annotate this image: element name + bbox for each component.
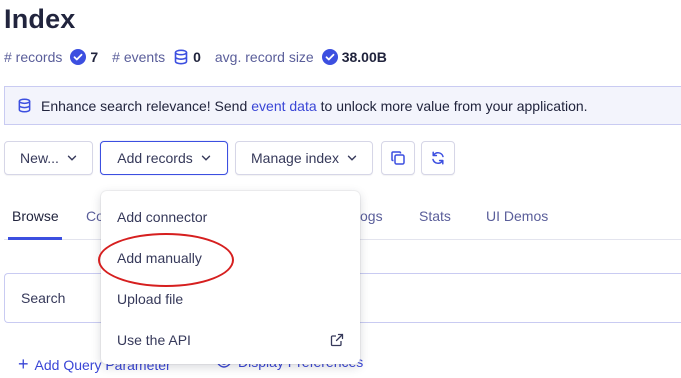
tab-partial-logs[interactable]: ogs: [360, 208, 383, 224]
records-label: # records: [4, 49, 63, 65]
menu-item-label: Add manually: [117, 250, 202, 266]
menu-item-add-manually[interactable]: Add manually: [101, 238, 360, 278]
banner-text-after: to unlock more value from your applicati…: [320, 97, 588, 114]
event-data-link[interactable]: event data: [251, 98, 316, 114]
index-stats: # records 7 # events 0 avg. record size …: [4, 46, 401, 68]
record-size-value: 38.00B: [341, 49, 387, 65]
chevron-down-icon: [347, 155, 357, 161]
new-button[interactable]: New...: [4, 141, 93, 175]
new-button-label: New...: [20, 150, 59, 166]
tab-ui-demos[interactable]: UI Demos: [486, 208, 548, 224]
menu-item-label: Upload file: [117, 291, 184, 307]
menu-item-label: Add connector: [117, 209, 208, 225]
tab-stats[interactable]: Stats: [419, 208, 451, 224]
info-banner: Enhance search relevance! Send event dat…: [4, 86, 681, 125]
plus-icon: +: [18, 354, 29, 374]
add-records-label: Add records: [117, 150, 193, 166]
search-label: Search: [21, 290, 66, 306]
chevron-down-icon: [201, 155, 210, 161]
records-value: 7: [90, 49, 99, 65]
menu-item-label: Use the API: [117, 332, 191, 348]
refresh-icon: [432, 151, 444, 165]
manage-index-button[interactable]: Manage index: [235, 141, 373, 175]
external-link-icon: [330, 333, 344, 347]
events-value: 0: [193, 49, 201, 65]
check-circle-icon: [321, 49, 338, 65]
manage-index-label: Manage index: [251, 150, 339, 166]
copy-icon: [391, 151, 405, 165]
check-circle-icon: [70, 49, 87, 65]
menu-item-use-the-api[interactable]: Use the API: [101, 320, 360, 360]
add-records-dropdown: Add connector Add manually Upload file U…: [101, 191, 360, 364]
banner-text-before: Enhance search relevance! Send: [41, 97, 248, 114]
database-icon: [18, 98, 31, 113]
add-records-button[interactable]: Add records: [100, 141, 228, 175]
menu-item-upload-file[interactable]: Upload file: [101, 279, 360, 319]
record-size-label: avg. record size: [214, 49, 314, 65]
active-tab-indicator: [8, 237, 62, 240]
menu-item-add-connector[interactable]: Add connector: [101, 197, 360, 237]
database-icon: [174, 49, 188, 65]
events-label: # events: [112, 49, 166, 65]
chevron-down-icon: [67, 155, 77, 161]
tab-browse[interactable]: Browse: [12, 208, 59, 224]
page-title: Index: [4, 4, 76, 34]
copy-index-button[interactable]: [381, 141, 415, 175]
refresh-button[interactable]: [421, 141, 455, 175]
